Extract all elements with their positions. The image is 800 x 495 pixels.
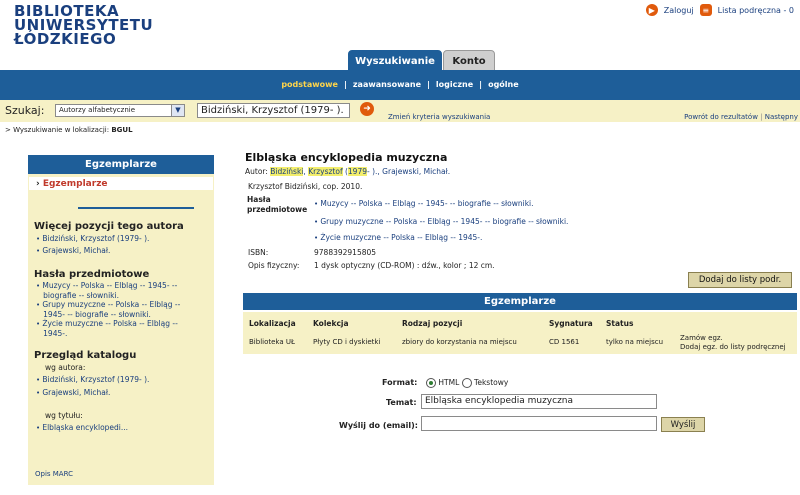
list-item[interactable]: • Bidziński, Krzysztof (1979- ). [36, 234, 149, 244]
email-field[interactable] [421, 416, 657, 431]
column-header: Rodzaj pozycji [402, 319, 463, 328]
by-author-label: wg autora: [45, 363, 86, 372]
list-item[interactable]: • Grupy muzyczne -- Polska -- Elbląg -- … [36, 300, 180, 319]
column-header: Kolekcja [313, 319, 349, 328]
cell-collection: Płyty CD i dyskietki [313, 338, 381, 346]
subject-field[interactable]: Elbląska encyklopedia muzyczna [421, 394, 657, 409]
column-header: Status [606, 319, 634, 328]
result-navigation: Powrót do rezultatów | Następny [684, 113, 798, 121]
divider [78, 207, 194, 209]
tab-search[interactable]: Wyszukiwanie [348, 50, 442, 72]
search-label: Szukaj: [5, 104, 45, 117]
location-value: BGUL [111, 126, 133, 134]
login-link[interactable]: Zaloguj [664, 6, 694, 15]
search-input[interactable]: Bidziński, Krzysztof (1979- ). [197, 103, 350, 118]
record-publication: Krzysztof Bidziński, cop. 2010. [248, 182, 363, 191]
search-index-select[interactable]: Autorzy alfabetycznie ▼ [55, 104, 185, 117]
library-logo[interactable]: BIBLIOTEKA UNIWERSYTETU ŁÓDZKIEGO [14, 4, 184, 54]
physical-label: Opis fizyczny: [248, 261, 300, 270]
isbn-label: ISBN: [248, 248, 269, 257]
record-subject[interactable]: • Grupy muzyczne -- Polska -- Elbląg -- … [314, 217, 568, 226]
list-item[interactable]: • Grajewski, Michał. [36, 388, 110, 398]
cell-status: tylko na miejscu [606, 338, 664, 346]
change-criteria-link[interactable]: Zmień kryteria wyszukiwania [388, 113, 490, 121]
marc-link[interactable]: Opis MARC [35, 470, 73, 478]
radio-text[interactable] [461, 378, 472, 388]
search-location: > Wyszukiwanie w lokalizacji: BGUL [5, 126, 133, 134]
mode-advanced[interactable]: zaawansowane [347, 80, 427, 89]
tab-account[interactable]: Konto [443, 50, 495, 72]
record-author: Autor: Bidziński, Krzysztof (1979- )., G… [245, 167, 451, 176]
catalog-title: Przegląd katalogu [34, 350, 137, 361]
subjects-title: Hasła przedmiotowe [34, 269, 150, 280]
back-to-results-link[interactable]: Powrót do rezultatów [684, 113, 758, 121]
record-title: Elbląska encyklopedia muzyczna [245, 151, 448, 164]
by-title-label: wg tytułu: [45, 411, 83, 420]
next-link[interactable]: Następny [765, 113, 798, 121]
cell-type: zbiory do korzystania na miejscu [402, 338, 517, 346]
login-icon[interactable]: ▶ [645, 4, 658, 16]
go-arrow-icon[interactable]: ➜ [360, 102, 374, 116]
radio-html[interactable] [426, 378, 436, 388]
isbn-value: 9788392915805 [314, 248, 377, 257]
add-copy-link[interactable]: Dodaj egz. do listy podręcznej [680, 343, 786, 351]
list-item[interactable]: • Bidziński, Krzysztof (1979- ). [36, 375, 149, 385]
mode-general[interactable]: ogólne [482, 80, 525, 89]
copies-header: Egzemplarze [243, 293, 797, 310]
format-html-option[interactable]: HTML Tekstowy [426, 378, 508, 388]
send-to-label: Wyślij do (email): [339, 421, 418, 430]
record-subject[interactable]: • Życie muzyczne -- Polska -- Elbląg -- … [314, 233, 482, 242]
location-prefix: > Wyszukiwanie w lokalizacji: [5, 126, 110, 134]
top-links: ▶ Zaloguj ≡ Lista podręczna - 0 [645, 4, 794, 16]
list-item[interactable]: • Życie muzyczne -- Polska -- Elbląg -- … [36, 319, 178, 338]
record-subject[interactable]: • Muzycy -- Polska -- Elbląg -- 1945- --… [314, 199, 534, 208]
list-link[interactable]: Lista podręczna - 0 [718, 6, 794, 15]
list-item[interactable]: • Elbląska encyklopedi... [36, 423, 128, 433]
subject-label: Temat: [386, 398, 417, 407]
more-author-title: Więcej pozycji tego autora [34, 221, 184, 232]
list-item[interactable]: • Grajewski, Michał. [36, 246, 110, 256]
author-link[interactable]: Bidziński [270, 167, 304, 176]
chevron-down-icon[interactable]: ▼ [171, 105, 184, 116]
list-item[interactable]: • Muzycy -- Polska -- Elbląg -- 1945- --… [36, 281, 177, 300]
search-modes: podstawowe | zaawansowane | logiczne | ogól… [0, 80, 800, 89]
cell-signature: CD 1561 [549, 338, 580, 346]
order-copy-link[interactable]: Zamów egz. [680, 334, 723, 342]
mode-basic[interactable]: podstawowe [275, 80, 344, 89]
sidebar-item-copies[interactable]: › Egzemplarze [36, 179, 108, 189]
search-index-value: Autorzy alfabetycznie [59, 106, 136, 114]
format-label: Format: [382, 378, 418, 387]
cell-location: Biblioteka UŁ [249, 338, 295, 346]
mode-boolean[interactable]: logiczne [430, 80, 479, 89]
send-button[interactable]: Wyślij [661, 417, 705, 432]
add-to-list-button[interactable]: Dodaj do listy podr. [688, 272, 792, 288]
list-icon[interactable]: ≡ [699, 4, 712, 16]
physical-value: 1 dysk optyczny (CD-ROM) : dźw., kolor ;… [314, 261, 495, 270]
sidebar-header: Egzemplarze [28, 155, 214, 174]
column-header: Lokalizacja [249, 319, 296, 328]
logo-line-3: ŁÓDZKIEGO [14, 30, 117, 48]
column-header: Sygnatura [549, 319, 593, 328]
subjects-label: Hasła przedmiotowe [247, 195, 308, 214]
